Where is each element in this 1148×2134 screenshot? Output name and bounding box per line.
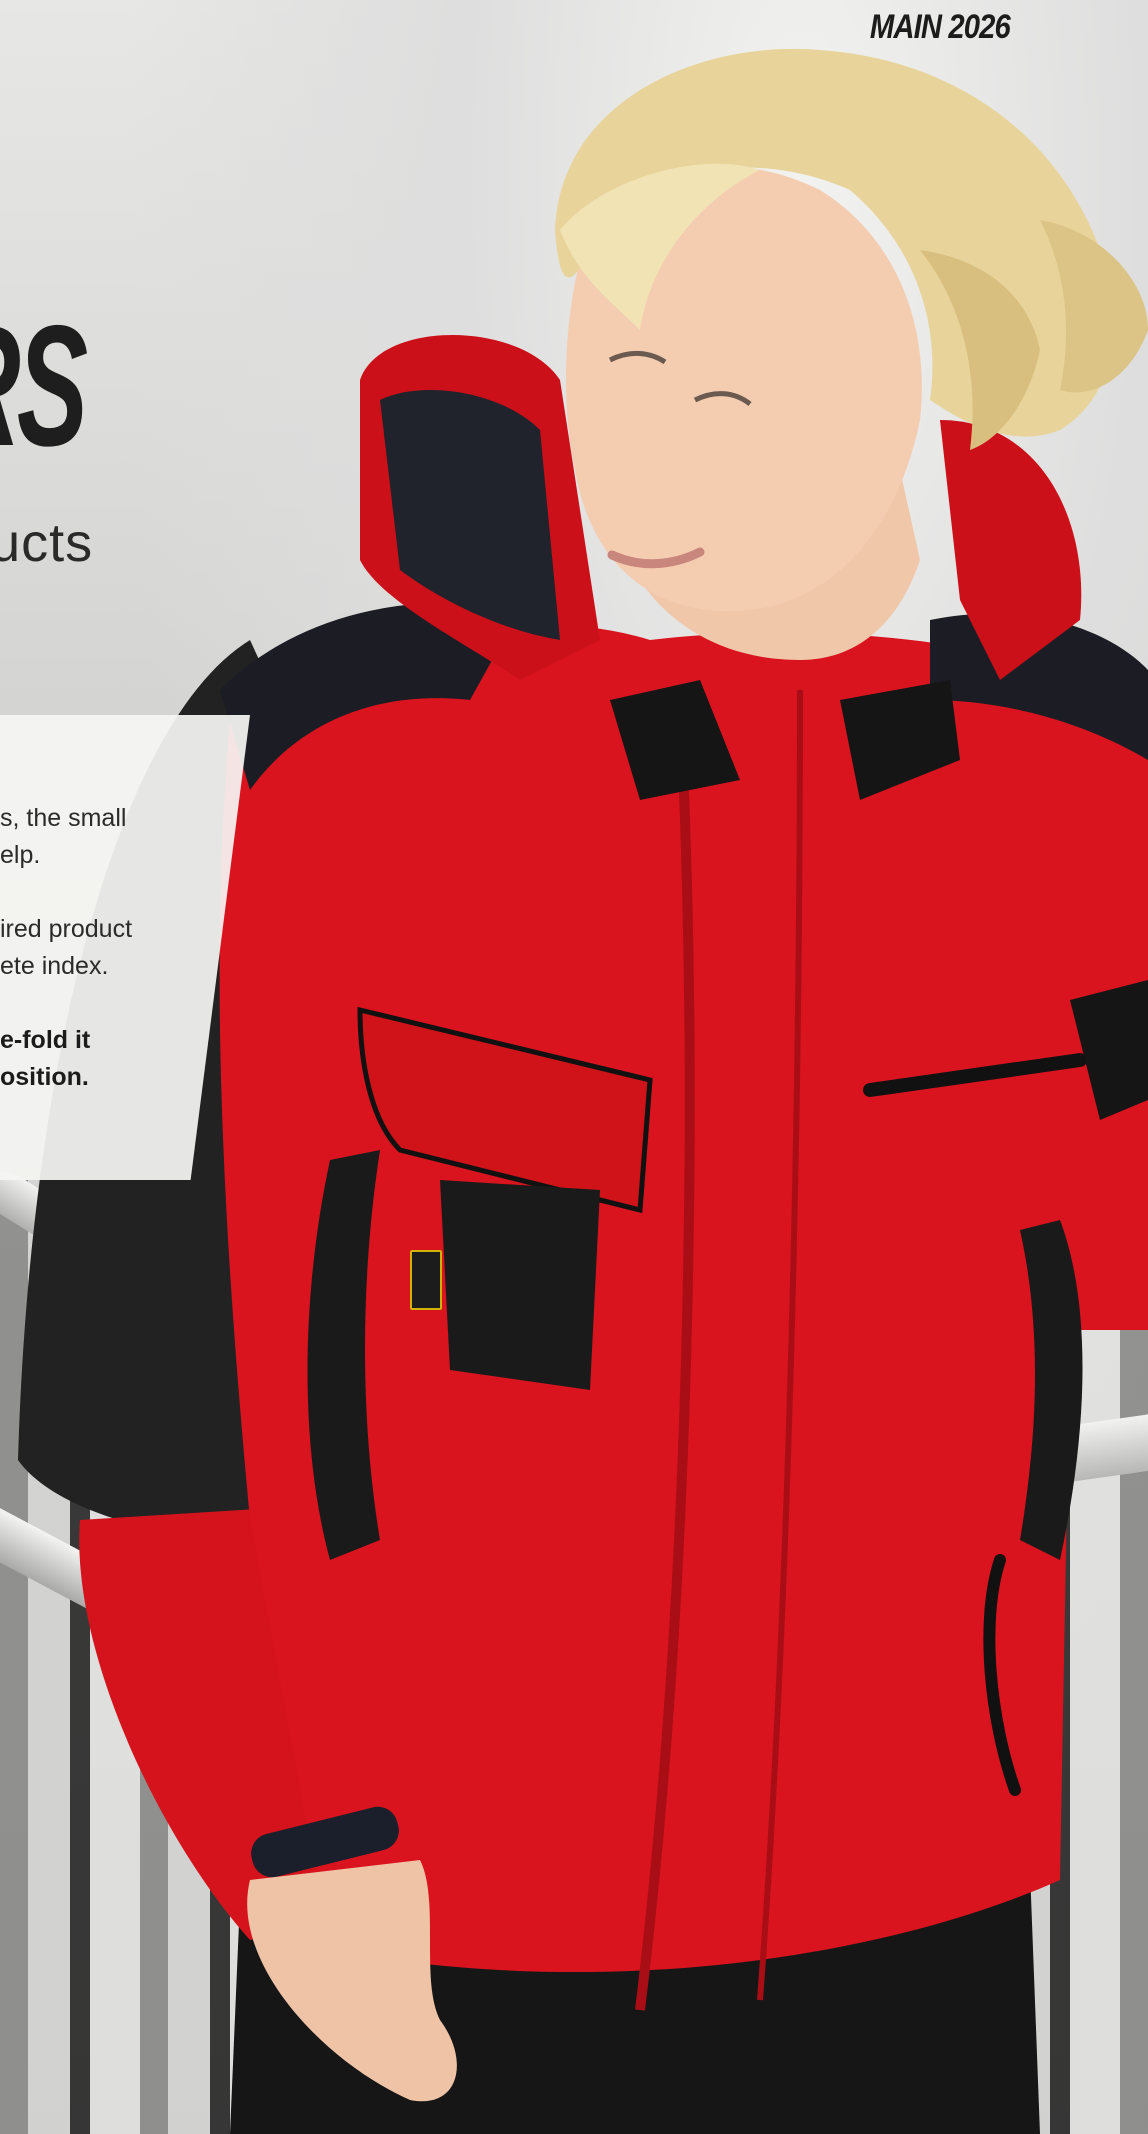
- brand-label-tag: [410, 1250, 442, 1310]
- info-line: s, the small: [0, 804, 127, 832]
- info-line: ete index.: [0, 952, 109, 980]
- page-subtitle: oducts: [0, 513, 94, 573]
- info-paragraph: s, the small elp.: [0, 800, 150, 874]
- info-line: elp.: [0, 841, 41, 869]
- info-line: ired product: [0, 915, 133, 943]
- edition-label: MAIN 2026: [869, 8, 1011, 46]
- catalog-page: MAIN 2026 RS oducts s, the small elp. ir…: [0, 0, 1148, 2134]
- info-paragraph: ired product ete index.: [0, 911, 150, 985]
- page-title: RS: [0, 290, 88, 482]
- info-card-text: s, the small elp. ired product ete index…: [0, 800, 150, 1133]
- info-line: e-fold it: [0, 1026, 91, 1054]
- info-line: osition.: [0, 1063, 89, 1091]
- info-paragraph-bold: e-fold it osition.: [0, 1022, 150, 1096]
